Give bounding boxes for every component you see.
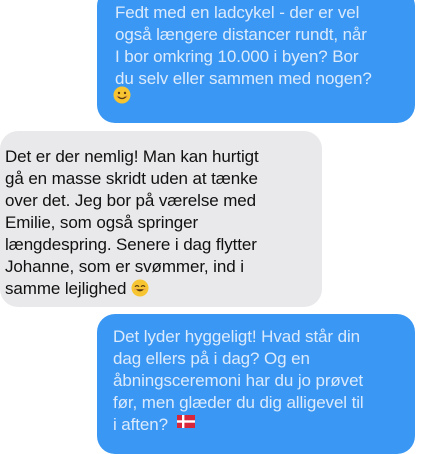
- smiling-face-icon: [113, 86, 131, 104]
- sent-message-bubble[interactable]: Fedt med en ladcykel - der er vel også l…: [97, 0, 415, 123]
- sent-message-bubble[interactable]: Det lyder hyggeligt! Hvad står din dag e…: [97, 314, 415, 454]
- received-message-bubble[interactable]: Det er der nemlig! Man kan hurtigt gå en…: [0, 131, 322, 307]
- message-text: Fedt med en ladcykel - der er vel også l…: [115, 3, 372, 88]
- message-text-body: Det er der nemlig! Man kan hurtigt gå en…: [5, 147, 259, 298]
- smiling-face-icon: [131, 279, 149, 297]
- danish-flag-icon: [177, 412, 195, 428]
- message-text: Det lyder hyggeligt! Hvad står din dag e…: [113, 327, 364, 434]
- message-text: Det er der nemlig! Man kan hurtigt gå en…: [5, 146, 312, 300]
